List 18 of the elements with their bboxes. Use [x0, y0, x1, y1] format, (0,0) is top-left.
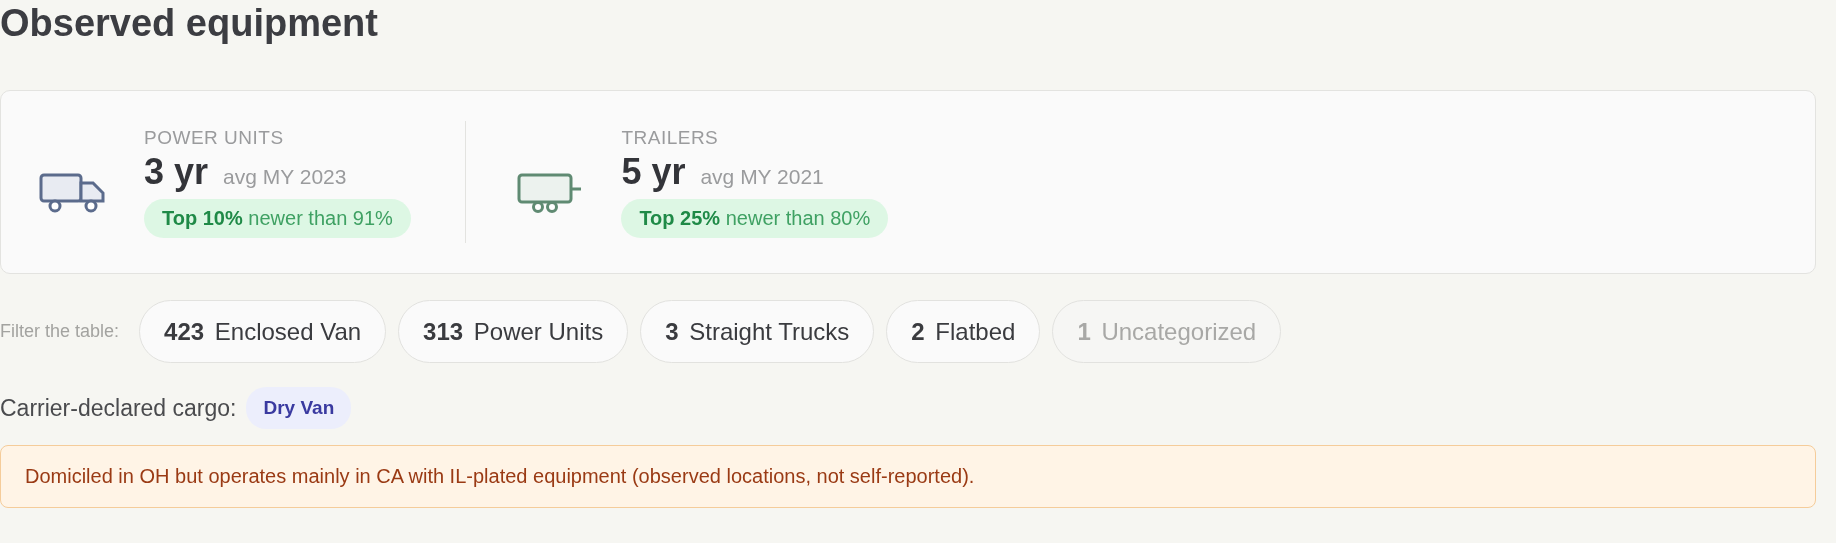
stat-label: POWER UNITS — [144, 126, 285, 149]
cargo-tag: Dry Van — [246, 387, 352, 429]
cargo-label: Carrier-declared cargo: — [0, 394, 237, 422]
filter-chip[interactable]: 423 Enclosed Van — [139, 300, 387, 363]
model-year-text: avg MY 2021 — [700, 164, 824, 189]
filter-chip[interactable]: 2 Flatbed — [886, 300, 1041, 363]
rank-badge: Top 10% newer than 91% — [144, 198, 411, 238]
stat-value: 3 yr — [144, 150, 209, 193]
page-title: Observed equipment — [0, 1, 379, 46]
filter-label: Filter the table: — [0, 321, 120, 342]
rank-badge: Top 25% newer than 80% — [621, 198, 889, 238]
model-year-text: avg MY 2023 — [223, 164, 347, 189]
filter-chip[interactable]: 313 Power Units — [398, 300, 629, 363]
stat-value: 5 yr — [621, 150, 686, 193]
truck-icon — [39, 171, 107, 215]
filter-chip[interactable]: 3 Straight Trucks — [640, 300, 875, 363]
alert-message: Domiciled in OH but operates mainly in CA with IL-plated equipment (observed locations, not self-reported). — [0, 445, 1816, 508]
stat-label: TRAILERS — [621, 126, 720, 149]
